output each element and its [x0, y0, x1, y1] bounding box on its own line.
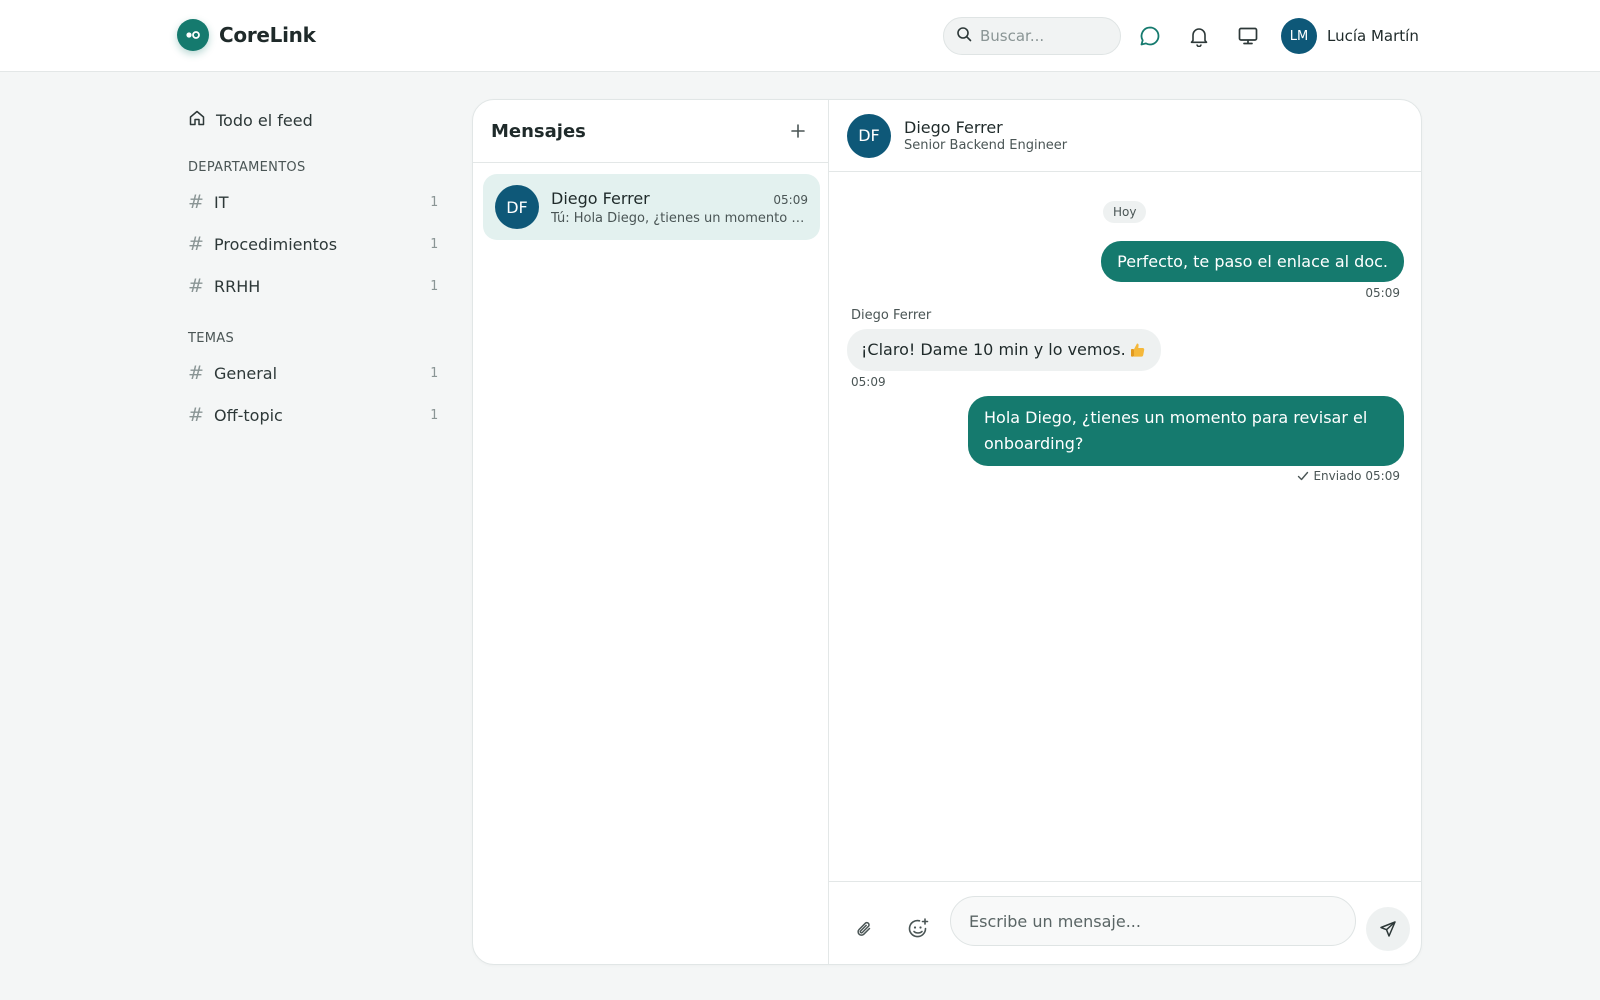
sidebar-item-procedimientos[interactable]: # Procedimientos 1	[188, 223, 438, 265]
message-composer	[829, 881, 1421, 964]
sidebar-item-label: Todo el feed	[216, 110, 313, 130]
day-separator: Hoy	[1103, 201, 1147, 223]
chat-header: DF Diego Ferrer Senior Backend Engineer	[829, 100, 1421, 172]
hash-icon: #	[188, 191, 204, 213]
send-button[interactable]	[1366, 907, 1410, 951]
message-bubble-outgoing: Hola Diego, ¿tienes un momento para revi…	[968, 396, 1404, 466]
contact-name: Diego Ferrer	[904, 118, 1003, 137]
message-status: Enviado 05:09	[1297, 469, 1400, 483]
hash-icon: #	[188, 233, 204, 255]
emoji-add-icon	[908, 918, 929, 938]
conversation-time: 05:09	[773, 192, 808, 207]
logo-icon	[177, 19, 209, 51]
sidebar-item-rrhh[interactable]: # RRHH 1	[188, 265, 438, 307]
sidebar: Todo el feed DEPARTAMENTOS # IT 1 # Proc…	[188, 108, 438, 436]
user-name: Lucía Martín	[1327, 27, 1419, 45]
message-sender: Diego Ferrer	[851, 308, 932, 323]
chat-bubble-icon[interactable]	[1138, 24, 1162, 48]
hash-icon: #	[188, 275, 204, 297]
home-icon	[188, 109, 206, 131]
conversation-item[interactable]: DF Diego Ferrer 05:09 Tú: Hola Diego, ¿t…	[483, 174, 820, 240]
messages-title: Mensajes	[491, 120, 586, 142]
bell-icon[interactable]	[1187, 24, 1211, 48]
sidebar-item-feed[interactable]: Todo el feed	[188, 108, 438, 132]
message-text: ¡Claro! Dame 10 min y lo vemos.	[861, 340, 1126, 359]
check-icon	[1297, 470, 1309, 482]
paperclip-icon	[857, 921, 871, 936]
monitor-icon[interactable]	[1236, 24, 1260, 48]
search-box[interactable]	[943, 17, 1121, 55]
sidebar-item-it[interactable]: # IT 1	[188, 181, 438, 223]
emoji-button[interactable]	[906, 917, 930, 941]
user-menu[interactable]: LM Lucía Martín	[1281, 18, 1419, 54]
sidebar-item-off-topic[interactable]: # Off-topic 1	[188, 394, 438, 436]
brand-name: CoreLink	[219, 23, 316, 47]
status-label: Enviado	[1313, 469, 1362, 483]
sidebar-item-label: Off-topic	[214, 405, 283, 425]
avatar: DF	[847, 113, 891, 158]
conversation-list: Mensajes DF Diego Ferrer 05:09 Tú: Hola …	[473, 100, 829, 964]
sidebar-item-label: RRHH	[214, 276, 261, 296]
hash-icon: #	[188, 404, 204, 426]
sidebar-item-label: General	[214, 363, 278, 383]
brand[interactable]: CoreLink	[177, 19, 316, 51]
unread-count: 1	[430, 236, 438, 252]
message-time: 05:09	[1365, 469, 1400, 483]
unread-count: 1	[430, 365, 438, 381]
avatar: LM	[1281, 18, 1317, 54]
attach-button[interactable]	[853, 917, 877, 941]
sidebar-item-label: IT	[214, 192, 229, 212]
sidebar-item-general[interactable]: # General 1	[188, 352, 438, 394]
contact-role: Senior Backend Engineer	[904, 138, 1068, 153]
unread-count: 1	[430, 407, 438, 423]
hash-icon: #	[188, 362, 204, 384]
unread-count: 1	[430, 194, 438, 210]
message-bubble-incoming: ¡Claro! Dame 10 min y lo vemos.	[847, 329, 1161, 371]
topics-heading: TEMAS	[188, 331, 235, 346]
new-conversation-button[interactable]	[786, 119, 810, 143]
chat-panel: DF Diego Ferrer Senior Backend Engineer …	[829, 100, 1421, 964]
conversation-list-header: Mensajes	[473, 100, 828, 163]
message-time: 05:09	[851, 375, 886, 389]
thumbs-up-icon	[1129, 341, 1147, 359]
top-header: CoreLink LM Lucía Martín	[0, 0, 1600, 72]
search-input[interactable]	[980, 27, 1110, 45]
search-icon	[956, 26, 972, 46]
conversation-preview: Tú: Hola Diego, ¿tienes un momento para …	[551, 210, 808, 226]
message-time: 05:09	[1365, 286, 1400, 300]
message-input[interactable]	[950, 896, 1356, 946]
messaging-card: Mensajes DF Diego Ferrer 05:09 Tú: Hola …	[472, 99, 1422, 965]
sidebar-item-label: Procedimientos	[214, 234, 338, 254]
conversation-name: Diego Ferrer	[551, 188, 650, 208]
send-icon	[1380, 921, 1396, 937]
message-bubble-outgoing: Perfecto, te paso el enlace al doc.	[1101, 241, 1404, 282]
plus-icon	[791, 124, 805, 138]
departments-heading: DEPARTAMENTOS	[188, 160, 306, 175]
unread-count: 1	[430, 278, 438, 294]
conversation-text: Diego Ferrer 05:09 Tú: Hola Diego, ¿tien…	[551, 189, 808, 226]
avatar: DF	[495, 185, 539, 229]
